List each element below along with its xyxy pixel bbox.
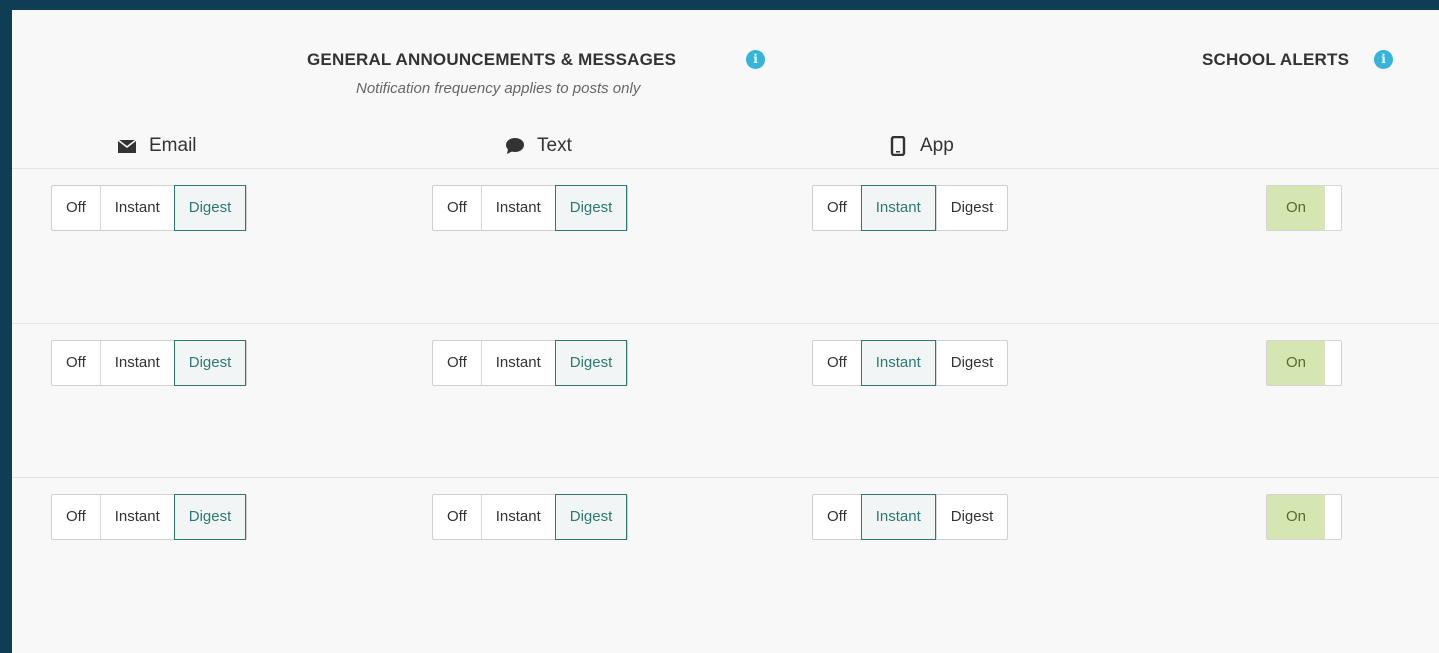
email-frequency-selector: Off Instant Digest [51,494,248,540]
school-alerts-on[interactable]: On [1267,186,1325,230]
school-alerts-title: SCHOOL ALERTS [1202,50,1350,69]
text-frequency-selector: Off Instant Digest [432,185,629,231]
general-announcements-title: GENERAL ANNOUNCEMENTS & MESSAGES [307,50,677,69]
text-digest-option[interactable]: Digest [554,494,628,540]
school-alerts-toggle[interactable]: On [1266,185,1342,231]
app-off-option[interactable]: Off [813,186,861,230]
email-instant-option[interactable]: Instant [99,341,174,385]
text-digest-option[interactable]: Digest [554,185,628,231]
app-digest-option[interactable]: Digest [935,495,1008,539]
email-digest-option[interactable]: Digest [173,185,247,231]
email-instant-option[interactable]: Instant [99,495,174,539]
email-frequency-selector: Off Instant Digest [51,340,248,386]
email-instant-option[interactable]: Instant [99,186,174,230]
app-frequency-selector: Off Instant Digest [812,494,1009,540]
text-label: Text [537,135,572,156]
app-frequency-selector: Off Instant Digest [812,185,1009,231]
email-digest-option[interactable]: Digest [173,494,247,540]
email-column-header: Email [117,135,197,157]
text-column-header: Text [505,135,572,157]
email-label: Email [149,135,197,156]
app-column-header: App [888,135,954,157]
text-frequency-selector: Off Instant Digest [432,494,629,540]
settings-row-1: Off Instant Digest Off Instant Digest Of… [12,168,1439,323]
text-digest-option[interactable]: Digest [554,340,628,386]
email-frequency-selector: Off Instant Digest [51,185,248,231]
speech-bubble-icon [506,138,524,154]
text-off-option[interactable]: Off [433,495,481,539]
school-alerts-on[interactable]: On [1267,495,1325,539]
phone-icon [890,136,906,156]
text-instant-option[interactable]: Instant [480,495,555,539]
app-instant-option[interactable]: Instant [860,185,936,231]
app-instant-option[interactable]: Instant [860,340,936,386]
app-off-option[interactable]: Off [813,495,861,539]
app-instant-option[interactable]: Instant [860,494,936,540]
text-off-option[interactable]: Off [433,186,481,230]
email-off-option[interactable]: Off [52,186,100,230]
email-off-option[interactable]: Off [52,495,100,539]
text-off-option[interactable]: Off [433,341,481,385]
general-info-icon[interactable]: i [746,50,765,69]
text-instant-option[interactable]: Instant [480,341,555,385]
app-digest-option[interactable]: Digest [935,186,1008,230]
school-alerts-on[interactable]: On [1267,341,1325,385]
notification-settings-panel: GENERAL ANNOUNCEMENTS & MESSAGES i Notif… [12,10,1439,653]
settings-row-2: Off Instant Digest Off Instant Digest Of… [12,323,1439,478]
app-label: App [920,135,954,156]
envelope-icon [117,139,137,153]
app-frequency-selector: Off Instant Digest [812,340,1009,386]
general-subtitle: Notification frequency applies to posts … [356,80,641,97]
text-frequency-selector: Off Instant Digest [432,340,629,386]
app-digest-option[interactable]: Digest [935,341,1008,385]
settings-row-3: Off Instant Digest Off Instant Digest Of… [12,477,1439,632]
email-digest-option[interactable]: Digest [173,340,247,386]
school-alerts-toggle[interactable]: On [1266,340,1342,386]
school-alerts-toggle[interactable]: On [1266,494,1342,540]
text-instant-option[interactable]: Instant [480,186,555,230]
app-off-option[interactable]: Off [813,341,861,385]
school-alerts-info-icon[interactable]: i [1374,50,1393,69]
email-off-option[interactable]: Off [52,341,100,385]
